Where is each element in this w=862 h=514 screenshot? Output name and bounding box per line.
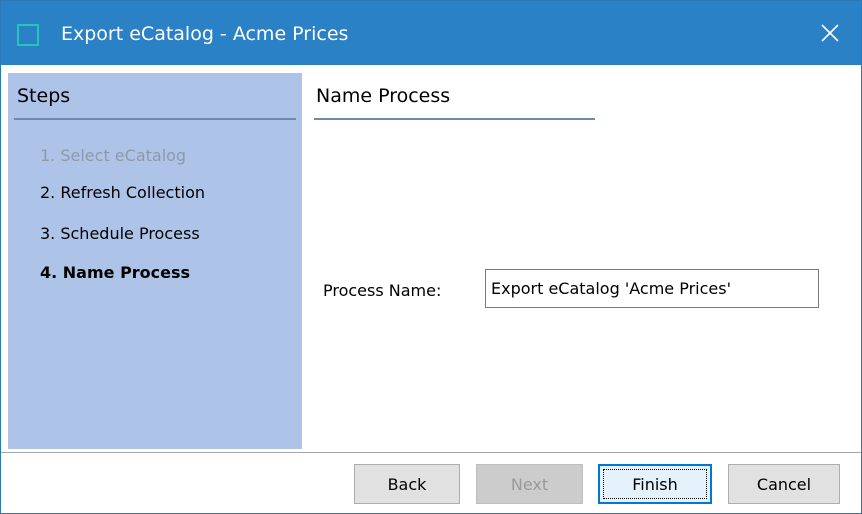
- cancel-button[interactable]: Cancel: [728, 464, 840, 504]
- finish-button[interactable]: Finish: [598, 464, 712, 504]
- page-title: Name Process: [316, 85, 451, 107]
- footer-divider: [1, 452, 861, 453]
- steps-divider: [14, 118, 296, 120]
- back-button[interactable]: Back: [354, 464, 460, 504]
- close-button[interactable]: [799, 1, 861, 65]
- step-select-ecatalog: 1. Select eCatalog: [40, 146, 187, 165]
- steps-heading: Steps: [17, 85, 71, 107]
- step-schedule-process: 3. Schedule Process: [40, 224, 200, 243]
- app-icon: [17, 24, 39, 46]
- step-name-process: 4. Name Process: [40, 263, 191, 282]
- finish-button-label: Finish: [603, 469, 707, 499]
- window-title: Export eCatalog - Acme Prices: [61, 23, 349, 45]
- title-bar[interactable]: Export eCatalog - Acme Prices: [1, 1, 861, 65]
- process-name-label: Process Name:: [323, 281, 442, 300]
- close-icon: [821, 24, 839, 42]
- process-name-input[interactable]: [485, 269, 819, 308]
- steps-panel: Steps 1. Select eCatalog 2. Refresh Coll…: [8, 73, 302, 449]
- next-button[interactable]: Next: [476, 464, 583, 504]
- step-refresh-collection: 2. Refresh Collection: [40, 183, 205, 202]
- page-title-divider: [314, 118, 595, 120]
- export-ecatalog-dialog: Export eCatalog - Acme Prices Steps 1. S…: [0, 0, 862, 514]
